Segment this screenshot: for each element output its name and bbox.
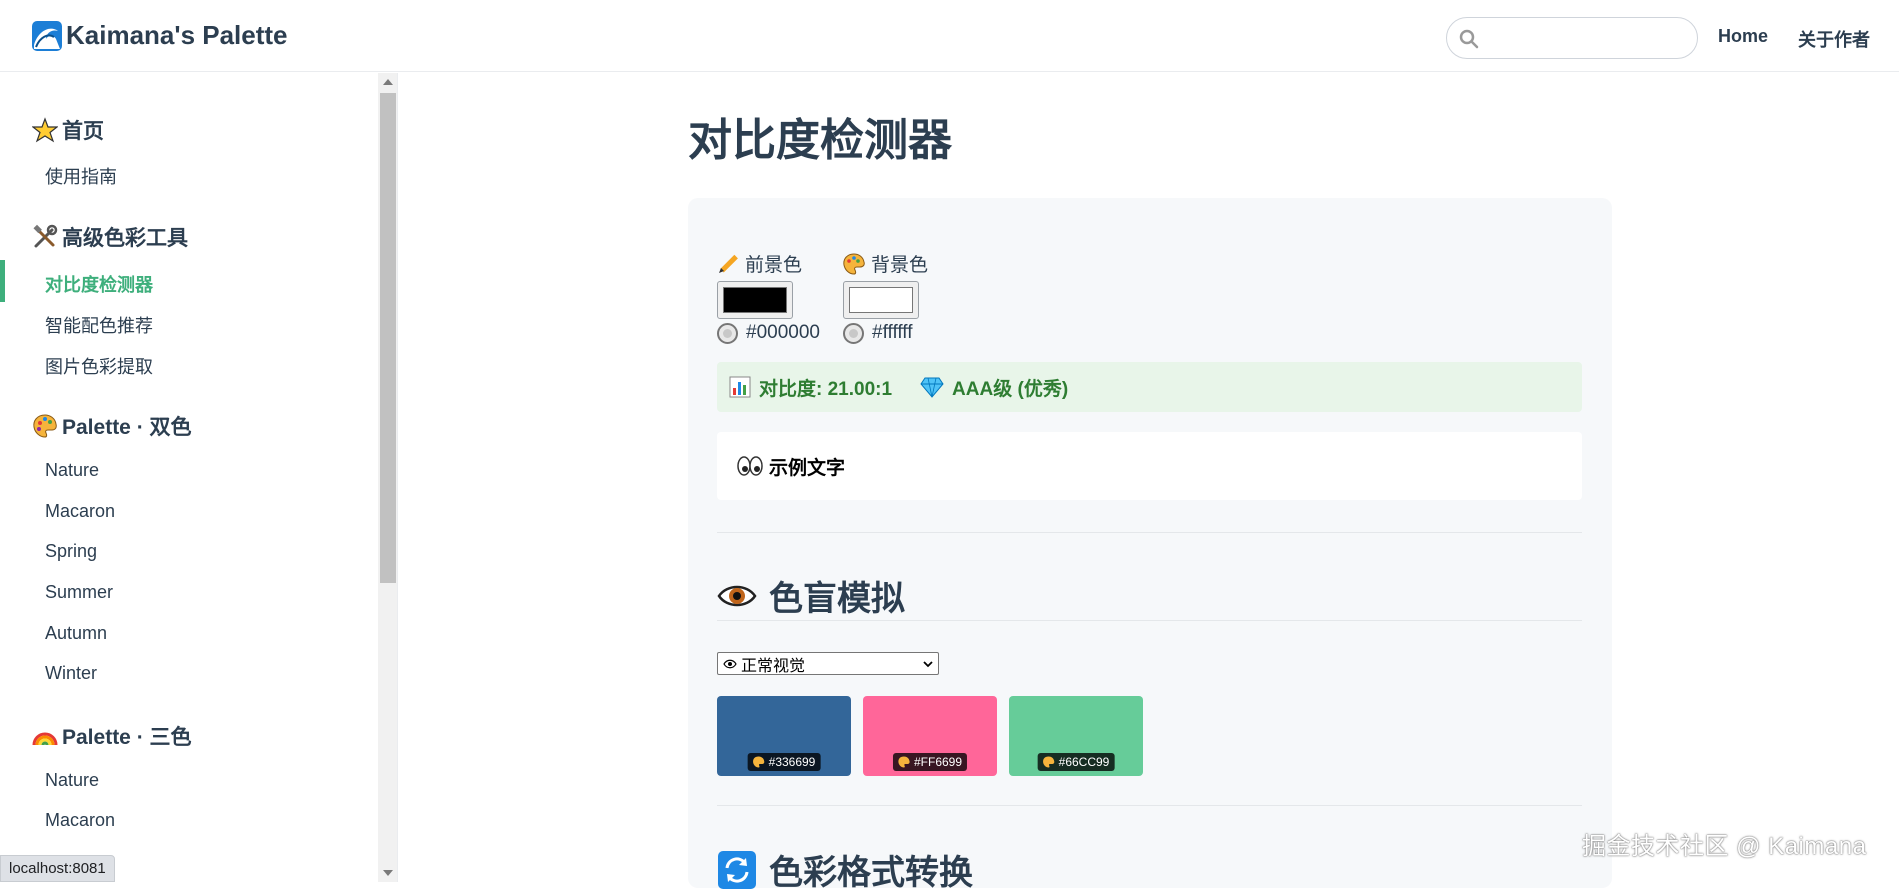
search-input[interactable] [1487, 24, 1687, 52]
sidebar-group-label: 高级色彩工具 [62, 227, 188, 250]
swatch-tag: #336699 [747, 753, 821, 771]
sidebar-item-autumn[interactable]: Autumn [45, 623, 107, 644]
watermark-text: 掘金技术社区 @ Kaimana [1582, 833, 1867, 860]
contrast-ratio-text: 对比度: 21.00:1 [759, 378, 893, 400]
color-swatch[interactable]: #66CC99 [1009, 696, 1143, 776]
palette-icon [843, 252, 865, 275]
background-picker: 背景色 #ffffff [843, 250, 928, 344]
scroll-down-arrow-icon[interactable] [383, 870, 393, 876]
palette-icon [753, 756, 765, 768]
sidebar-item-nature-tri[interactable]: Nature [45, 770, 99, 791]
sidebar-group-home[interactable]: 首页 [32, 115, 104, 145]
page-title: 对比度检测器 [688, 116, 952, 165]
heading-underline [717, 620, 1582, 621]
foreground-label-row: 前景色 [717, 250, 820, 277]
sidebar-item-image-color-extract[interactable]: 图片色彩提取 [45, 353, 153, 379]
contrast-result-box: 对比度: 21.00:1 AAA级 (优秀) [717, 362, 1582, 412]
sample-text-preview: 示例文字 [717, 432, 1582, 500]
swatch-hex: #FF6699 [913, 755, 963, 769]
sidebar-item-smart-palette[interactable]: 智能配色推荐 [45, 312, 153, 338]
eyes-icon [737, 456, 763, 476]
gem-icon [920, 377, 944, 398]
section-divider [717, 532, 1582, 533]
vision-select-value: 正常视觉 [741, 657, 806, 675]
background-color-input[interactable] [843, 281, 919, 319]
contrast-checker-panel: 前景色 #000000 背景色 #ffffff 对比度: 21.00:1 AAA… [688, 198, 1612, 892]
brand-title: Kaimana's Palette [66, 20, 288, 50]
palette-icon [33, 414, 57, 438]
foreground-hex-value: #000000 [746, 322, 820, 343]
chevron-down-icon [923, 661, 933, 668]
sidebar-item-macaron[interactable]: Macaron [45, 501, 115, 522]
sidebar-item-macaron-tri[interactable]: Macaron [45, 810, 115, 831]
swatch-tag: #FF6699 [892, 753, 968, 771]
nav-home-link[interactable]: Home [1718, 26, 1768, 52]
refresh-icon [718, 850, 756, 889]
color-swatch[interactable]: #FF6699 [863, 696, 997, 776]
format-conversion-title: 色彩格式转换 [769, 854, 973, 892]
sidebar: 首页 使用指南 高级色彩工具 对比度检测器 智能配色推荐 图片色彩提取 Pale… [0, 73, 398, 882]
background-color-swatch [849, 287, 913, 313]
bar-chart-icon [729, 376, 751, 398]
background-hex-row: #ffffff [843, 322, 928, 344]
foreground-picker: 前景色 #000000 [717, 250, 820, 344]
sidebar-item-contrast-checker[interactable]: 对比度检测器 [45, 271, 153, 297]
background-hex-value: #ffffff [872, 322, 913, 343]
sidebar-group-palette-three[interactable]: Palette · 三色 [32, 721, 192, 751]
status-bar-url: localhost:8081 [0, 855, 115, 882]
background-eyedropper-radio[interactable] [843, 322, 864, 344]
sidebar-item-winter[interactable]: Winter [45, 663, 97, 684]
search-icon [1459, 29, 1479, 49]
sample-text: 示例文字 [769, 457, 846, 479]
background-label: 背景色 [871, 255, 929, 276]
sidebar-group-advanced-tools[interactable]: 高级色彩工具 [32, 222, 188, 252]
swatch-tag: #66CC99 [1037, 753, 1115, 771]
nav-about-author-link[interactable]: 关于作者 [1798, 26, 1870, 52]
brand-link[interactable]: Kaimana's Palette [32, 20, 288, 51]
vision-type-select[interactable]: 正常视觉 [717, 652, 939, 675]
sidebar-group-label: Palette · 双色 [62, 416, 192, 439]
rainbow-icon [32, 732, 58, 746]
nav-links: Home 关于作者 [1718, 26, 1870, 52]
sidebar-scrollbar[interactable] [378, 73, 397, 882]
section-divider [717, 805, 1582, 806]
swatch-hex: #66CC99 [1058, 755, 1110, 769]
sidebar-item-spring[interactable]: Spring [45, 541, 97, 562]
wave-logo-icon [32, 20, 62, 51]
sidebar-group-label: 首页 [62, 120, 104, 143]
sidebar-item-nature[interactable]: Nature [45, 460, 99, 481]
foreground-color-input[interactable] [717, 281, 793, 319]
sidebar-group-palette-two[interactable]: Palette · 双色 [32, 411, 192, 441]
sidebar-item-guide[interactable]: 使用指南 [45, 163, 117, 189]
foreground-eyedropper-radio[interactable] [717, 322, 738, 344]
top-navbar: Kaimana's Palette Home 关于作者 [0, 0, 1899, 72]
format-conversion-section-heading: 色彩格式转换 [717, 845, 973, 894]
scroll-thumb[interactable] [380, 93, 396, 583]
sidebar-group-label: Palette · 三色 [62, 726, 192, 749]
eye-icon [723, 659, 737, 668]
star-icon [32, 117, 58, 143]
wcag-level-text: AAA级 (优秀) [952, 378, 1069, 400]
tools-icon [33, 224, 58, 248]
color-blind-section-heading: 色盲模拟 [717, 571, 905, 620]
sidebar-active-indicator [0, 260, 5, 302]
search-box[interactable] [1446, 17, 1698, 59]
color-swatch[interactable]: #336699 [717, 696, 851, 776]
swatch-hex: #336699 [768, 755, 816, 769]
eye-icon [717, 585, 757, 606]
foreground-hex-row: #000000 [717, 322, 820, 344]
palette-icon [1043, 756, 1055, 768]
background-label-row: 背景色 [843, 250, 928, 277]
scroll-up-arrow-icon[interactable] [383, 79, 393, 85]
color-blind-section-title: 色盲模拟 [769, 580, 905, 618]
palette-icon [898, 756, 910, 768]
foreground-label: 前景色 [745, 255, 803, 276]
pencil-icon [719, 254, 738, 273]
foreground-color-swatch [723, 287, 787, 313]
sidebar-item-summer[interactable]: Summer [45, 582, 113, 603]
